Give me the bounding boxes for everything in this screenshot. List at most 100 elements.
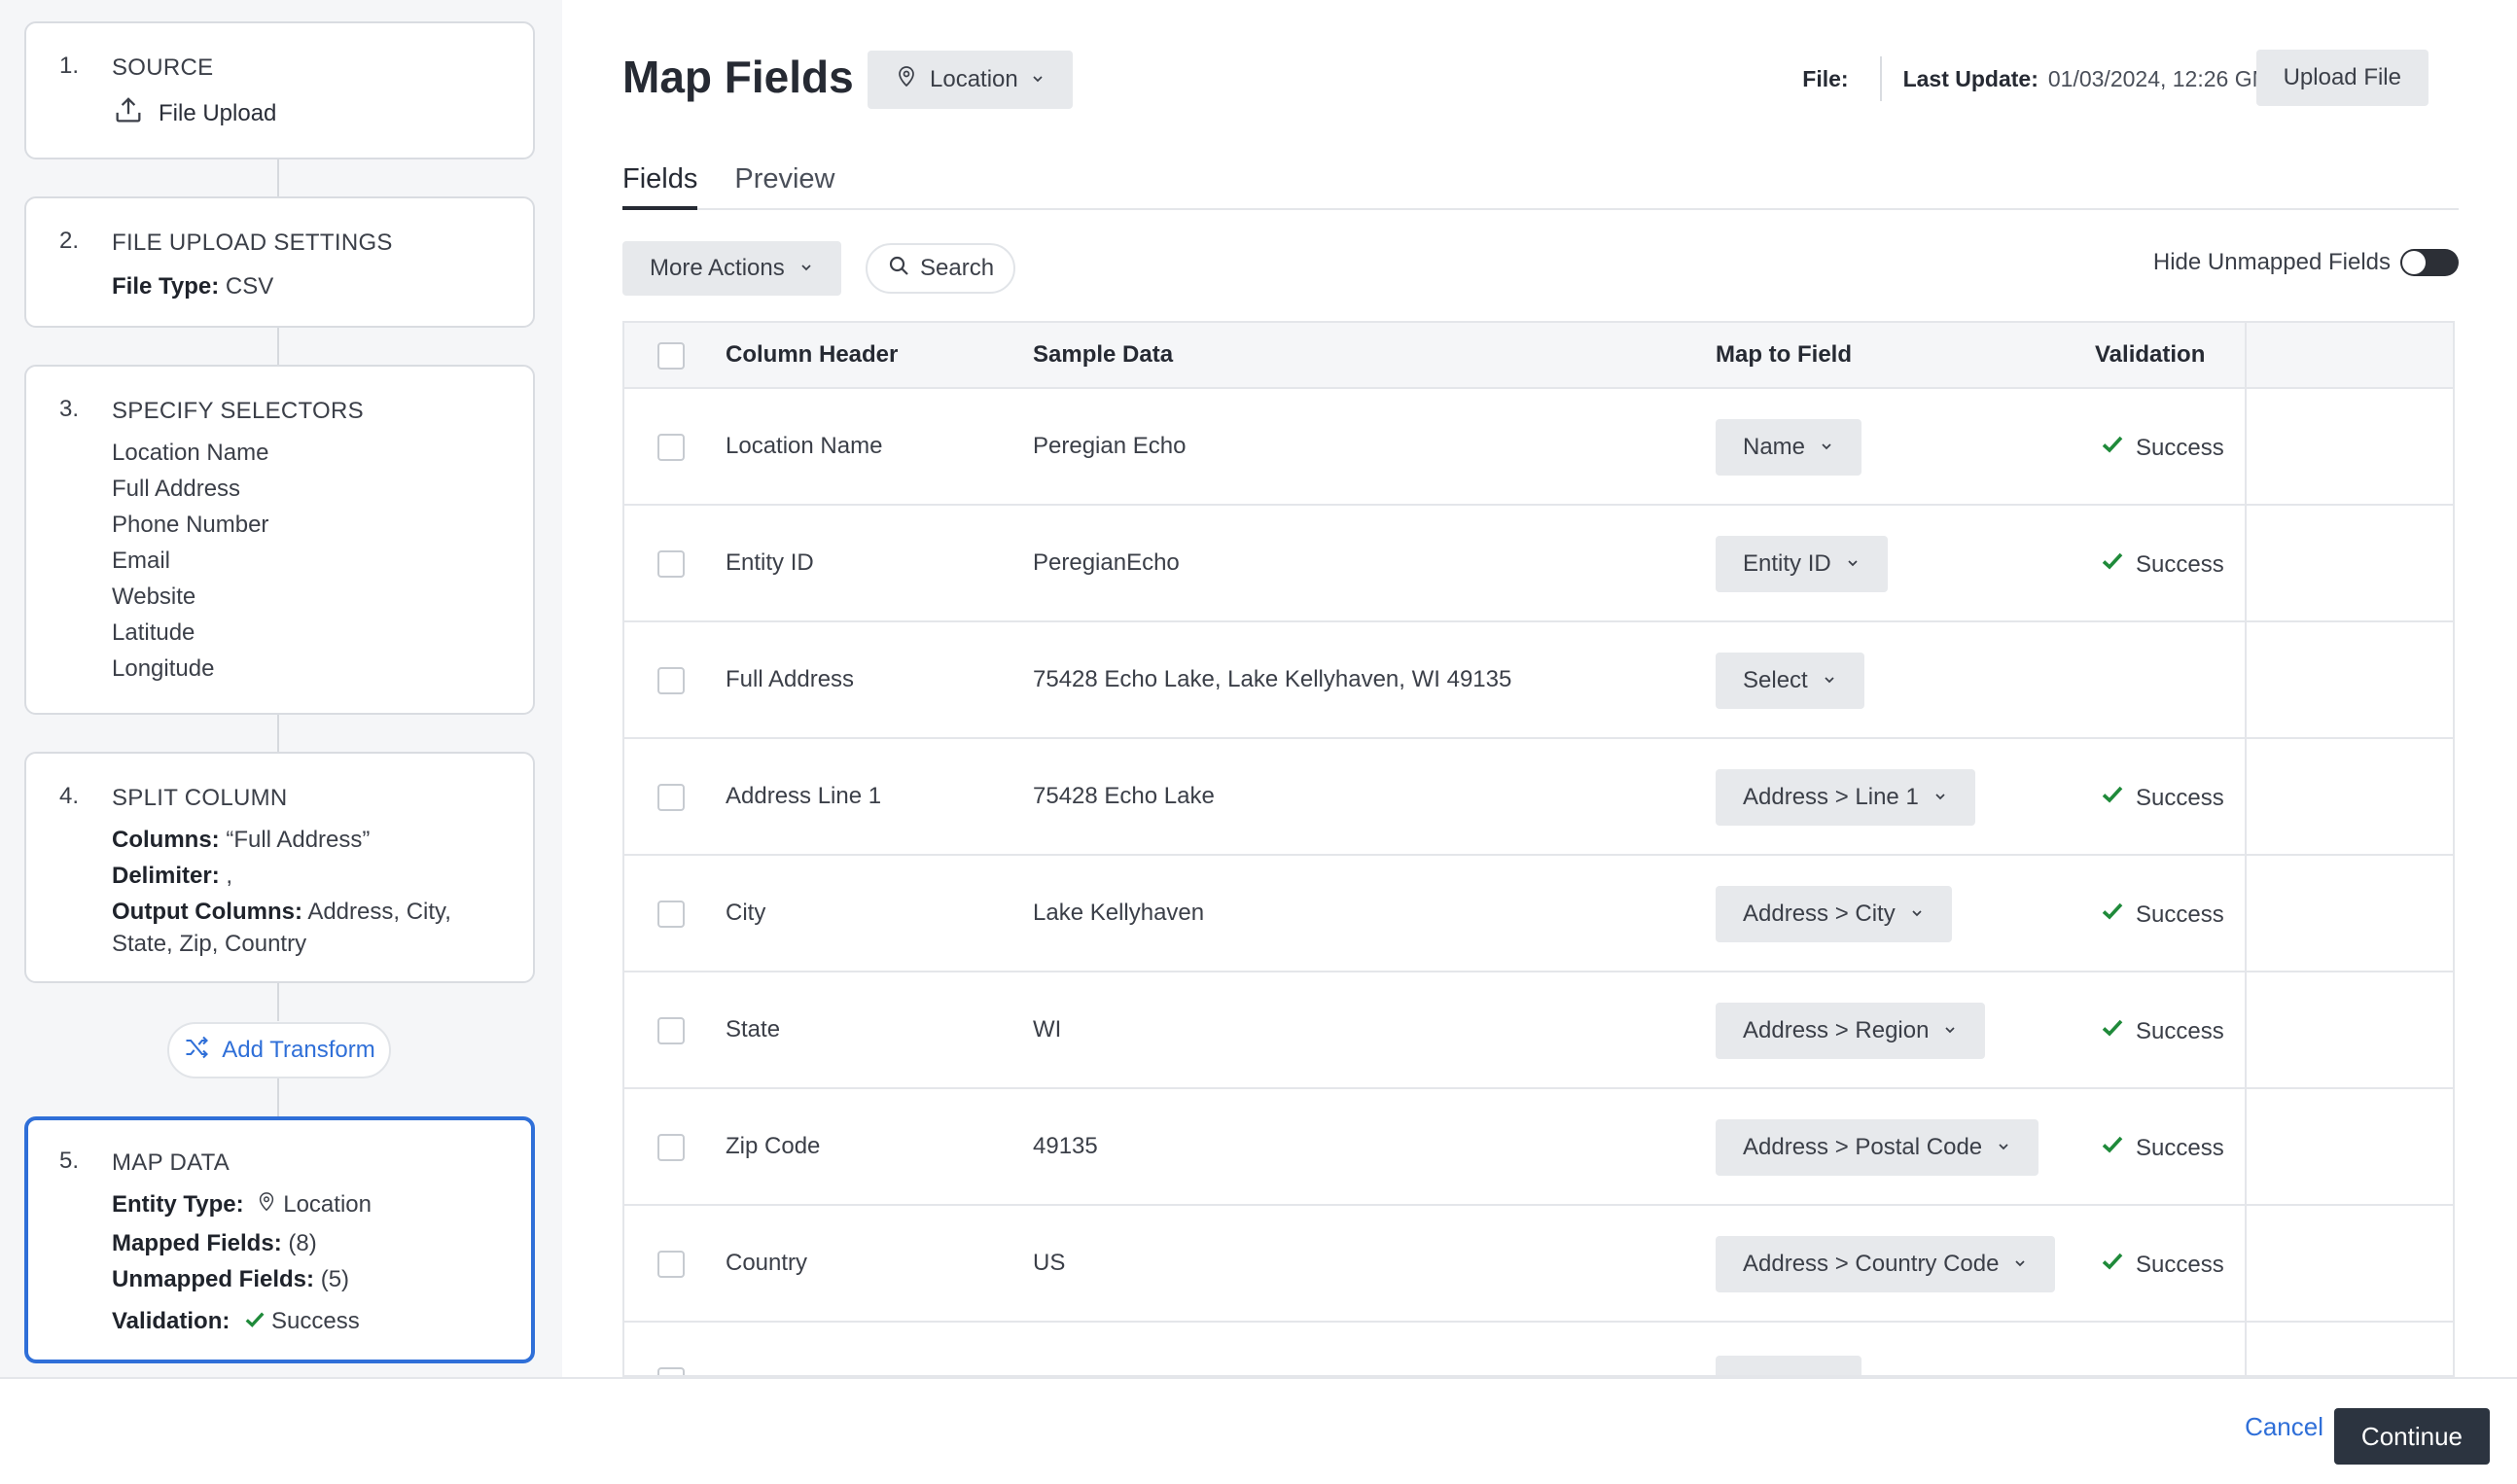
table-header: Column Header Sample Data Map to Field V…: [624, 323, 2453, 389]
footer: Cancel Continue: [0, 1377, 2517, 1484]
row-checkbox[interactable]: [657, 1134, 685, 1161]
validation-text: Success: [2136, 901, 2224, 928]
map-to-field-value: Entity ID: [1743, 550, 1831, 577]
sample-data-cell: 75428 Echo Lake: [1033, 783, 1215, 809]
add-transform-button[interactable]: Add Transform: [167, 1022, 391, 1078]
table-body: Location Name Peregian Echo Name Success Ent…: [624, 389, 2453, 1323]
map-to-field-title: Map to Field: [1716, 341, 1852, 368]
map-to-field-dropdown[interactable]: Name: [1716, 419, 1862, 476]
file-type-value: CSV: [219, 273, 274, 300]
map-to-field-value: Address > Country Code: [1743, 1251, 2000, 1277]
entity-type-dropdown[interactable]: Location: [868, 51, 1073, 109]
search-icon: [887, 254, 910, 284]
sample-data-title: Sample Data: [1033, 341, 1174, 368]
table-row: Full Address 75428 Echo Lake, Lake Kellyh…: [624, 622, 2453, 739]
select-all-checkbox[interactable]: [657, 342, 685, 370]
chevron-down-icon: [1996, 1134, 2011, 1161]
step-number: 2.: [59, 228, 80, 254]
continue-button[interactable]: Continue: [2333, 1408, 2490, 1465]
step-file-upload-settings[interactable]: 2. FILE UPLOAD SETTINGS File Type: CSV: [24, 196, 535, 328]
delimiter-value: ,: [219, 863, 233, 889]
shuffle-icon: [183, 1034, 210, 1068]
cancel-link[interactable]: Cancel: [2245, 1412, 2323, 1442]
validation-value: Success: [271, 1308, 360, 1334]
entity-type-value: Location: [283, 1191, 372, 1218]
table-row: State WI Address > Region Success: [624, 972, 2453, 1089]
row-checkbox[interactable]: [657, 434, 685, 461]
step-number: 1.: [59, 53, 80, 79]
unmapped-fields-value: (5): [314, 1266, 350, 1292]
step-title: SPECIFY SELECTORS: [112, 398, 364, 424]
sample-data-cell: 49135: [1033, 1133, 1098, 1159]
row-checkbox[interactable]: [657, 1367, 685, 1375]
search-button[interactable]: Search: [866, 243, 1016, 294]
chevron-down-icon: [1822, 667, 1837, 694]
column-header-cell: State: [726, 1016, 781, 1042]
search-label: Search: [920, 255, 995, 281]
row-checkbox[interactable]: [657, 1017, 685, 1044]
row-checkbox[interactable]: [657, 901, 685, 928]
step-connector: [277, 982, 279, 1021]
mapped-fields-label: Mapped Fields:: [112, 1230, 282, 1256]
selector-item: Latitude: [112, 619, 195, 646]
step-split-column[interactable]: 4. SPLIT COLUMN Columns: “Full Address” …: [24, 752, 535, 983]
more-actions-button[interactable]: More Actions: [622, 241, 841, 296]
step-connector: [277, 159, 279, 197]
validation-status: Success: [2101, 549, 2224, 580]
chevron-down-icon: [2012, 1251, 2028, 1278]
file-type-label: File Type:: [112, 273, 220, 300]
column-header-cell: Entity ID: [726, 549, 814, 576]
sample-data-cell: Peregian Echo: [1033, 433, 1187, 459]
column-header-cell: Country: [726, 1250, 808, 1276]
sample-data-cell: 75428 Echo Lake, Lake Kellyhaven, WI 491…: [1033, 666, 1512, 692]
columns-value: “Full Address”: [219, 827, 371, 853]
step-connector: [277, 1078, 279, 1117]
validation-text: Success: [2136, 434, 2224, 461]
upload-file-button[interactable]: Upload File: [2255, 50, 2428, 106]
sample-data-cell: Lake Kellyhaven: [1033, 900, 1205, 926]
map-to-field-dropdown[interactable]: Select: [1716, 653, 1864, 709]
map-to-field-dropdown[interactable]: Entity ID: [1716, 536, 1888, 592]
validation-title: Validation: [2095, 341, 2206, 368]
map-to-field-dropdown[interactable]: Address > Region: [1716, 1003, 1986, 1059]
chevron-down-icon: [1845, 550, 1861, 578]
map-to-field-dropdown[interactable]: Address > Line 1: [1716, 769, 1975, 826]
step-source[interactable]: 1. SOURCE File Upload: [24, 21, 535, 159]
map-to-field-dropdown[interactable]: [1716, 1356, 1861, 1375]
map-to-field-value: Address > Postal Code: [1743, 1134, 1983, 1160]
map-to-field-dropdown[interactable]: Address > City: [1716, 886, 1952, 942]
map-to-field-value: Select: [1743, 667, 1808, 693]
step-title: SOURCE: [112, 54, 214, 81]
hide-unmapped-toggle[interactable]: [2400, 249, 2459, 276]
map-to-field-dropdown[interactable]: Address > Country Code: [1716, 1236, 2056, 1292]
file-label: File:: [1802, 65, 1849, 91]
unmapped-fields-label: Unmapped Fields:: [112, 1266, 315, 1292]
step-map-data[interactable]: 5. MAP DATA Entity Type: Location Mapped…: [24, 1116, 535, 1363]
check-icon: [2101, 433, 2124, 463]
sample-data-cell: US: [1033, 1250, 1066, 1276]
step-specify-selectors[interactable]: 3. SPECIFY SELECTORS Location Name Full …: [24, 365, 535, 715]
map-to-field-dropdown[interactable]: Address > Postal Code: [1716, 1119, 2039, 1176]
validation-text: Success: [2136, 1134, 2224, 1161]
divider: [1879, 56, 1882, 101]
validation-text: Success: [2136, 1017, 2224, 1044]
step-title: FILE UPLOAD SETTINGS: [112, 230, 393, 256]
tab-preview[interactable]: Preview: [734, 163, 834, 210]
chevron-down-icon: [1909, 901, 1925, 928]
row-checkbox[interactable]: [657, 784, 685, 811]
mapped-fields-value: (8): [281, 1230, 317, 1256]
column-header-cell: Address Line 1: [726, 783, 882, 809]
sample-data-cell: WI: [1033, 1016, 1062, 1042]
output-columns-label: Output Columns:: [112, 899, 302, 925]
row-checkbox[interactable]: [657, 1251, 685, 1278]
table-row: Entity ID PeregianEcho Entity ID Success: [624, 506, 2453, 622]
fields-table: Column Header Sample Data Map to Field V…: [622, 321, 2455, 1377]
output-columns-value: Address, City,: [301, 899, 451, 925]
table-row: City Lake Kellyhaven Address > City Success: [624, 856, 2453, 972]
row-checkbox[interactable]: [657, 667, 685, 694]
row-checkbox[interactable]: [657, 550, 685, 578]
tab-fields[interactable]: Fields: [622, 163, 698, 210]
selector-item: Location Name: [112, 440, 269, 466]
steps-sidebar: 1. SOURCE File Upload 2. FILE UPLOAD SET…: [0, 0, 562, 1377]
selector-item: Full Address: [112, 476, 241, 502]
